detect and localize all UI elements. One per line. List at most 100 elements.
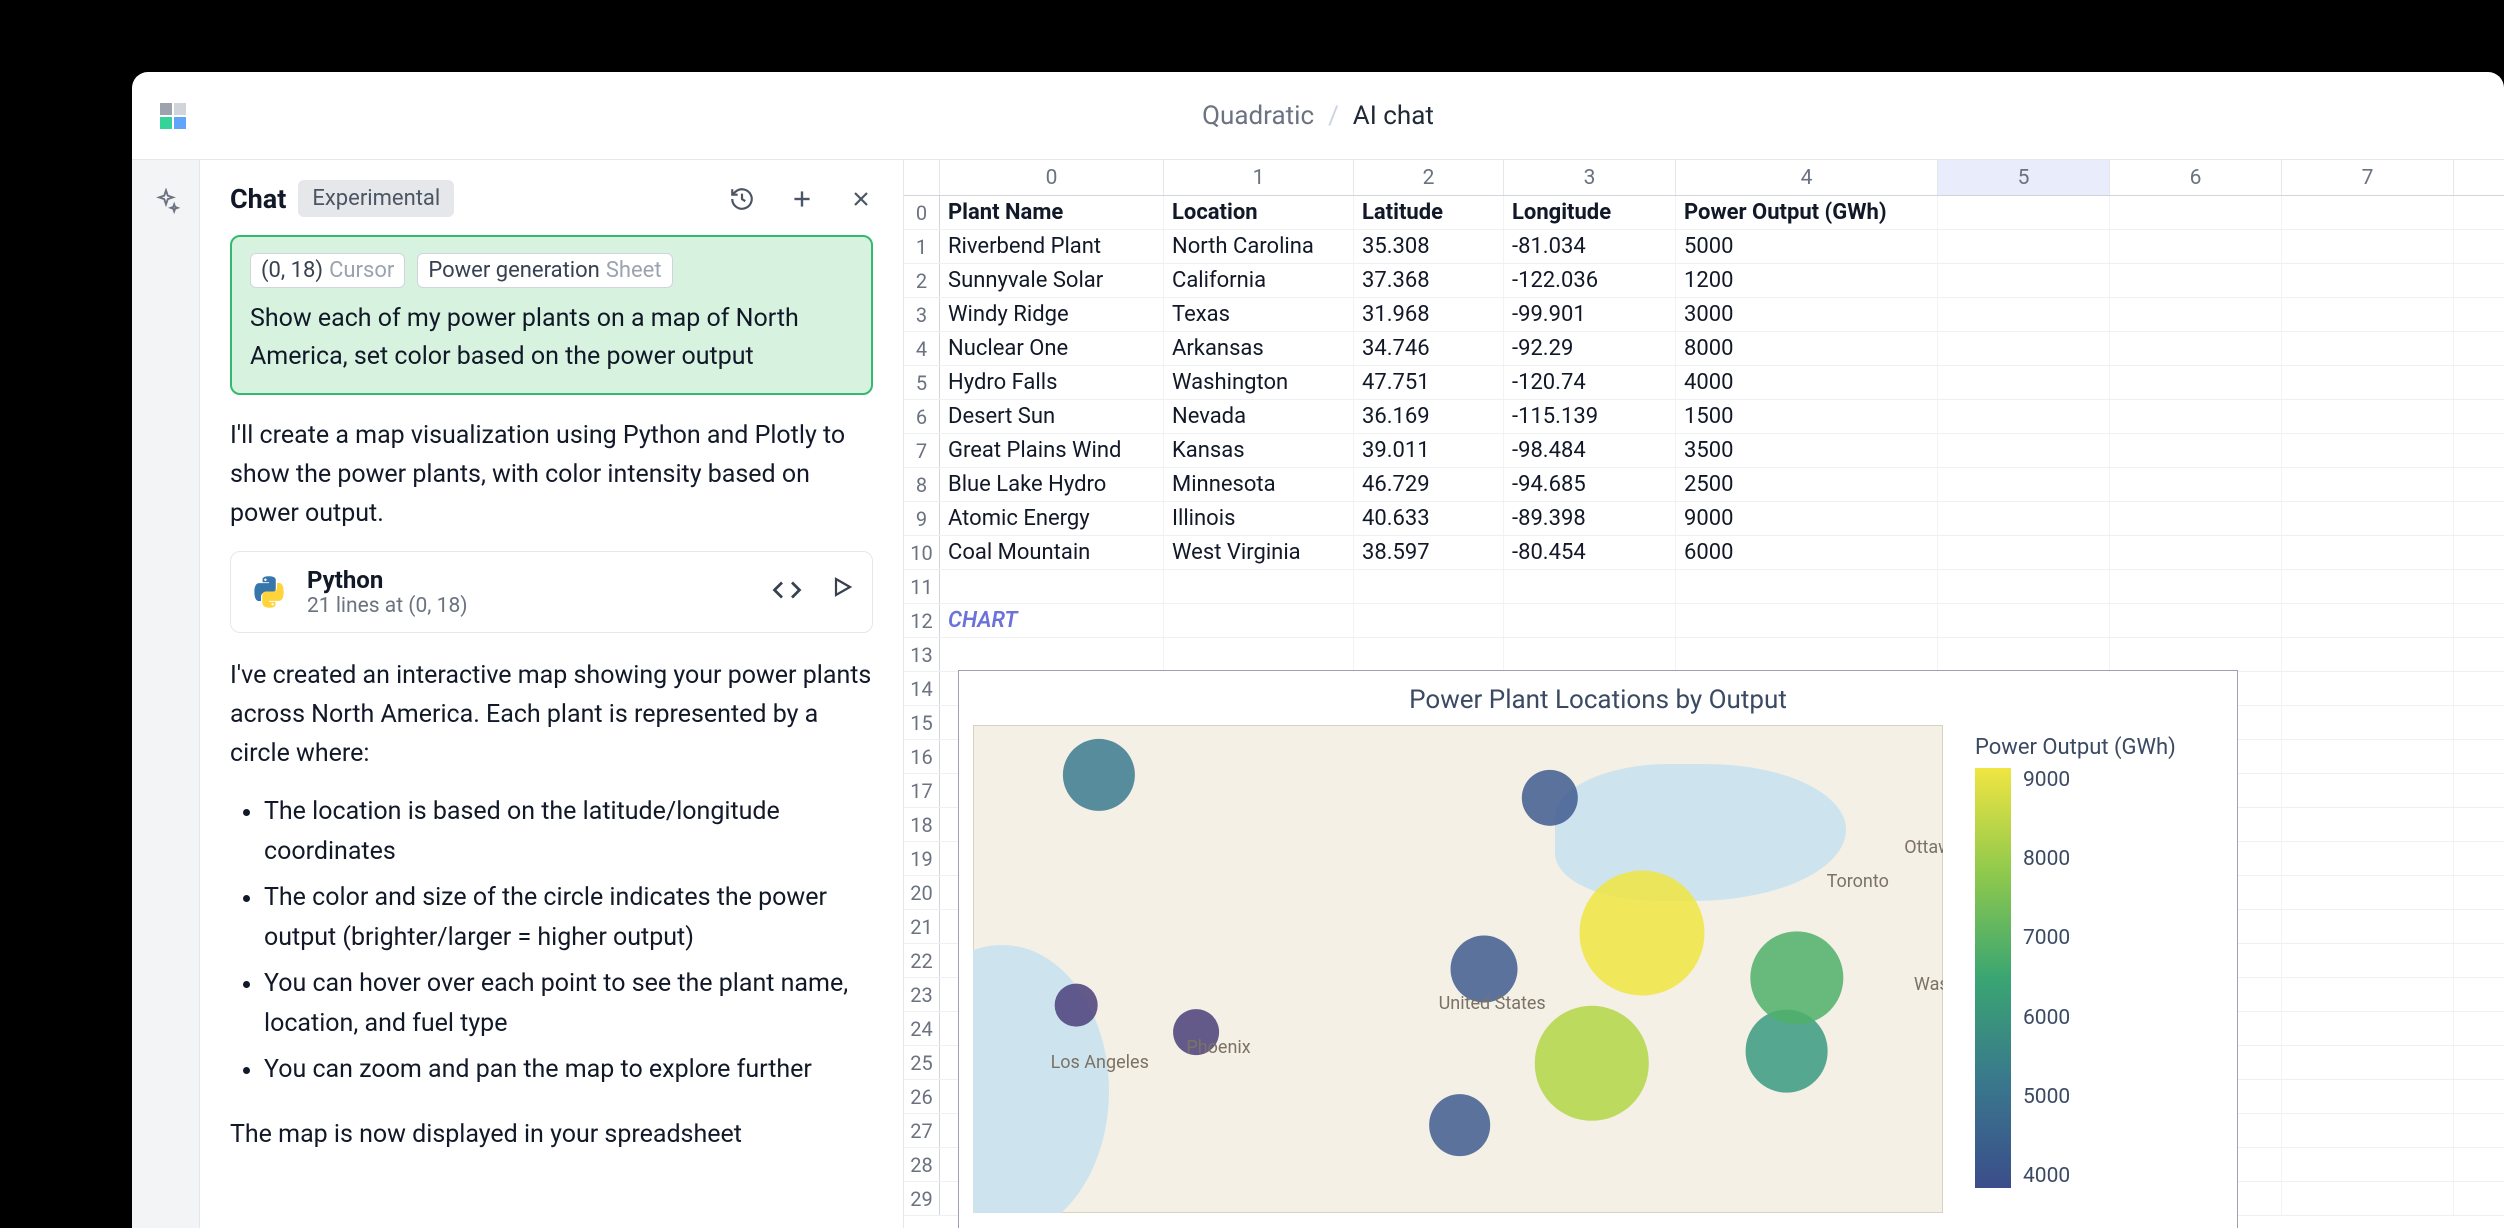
- cell[interactable]: Power Output (GWh): [1676, 196, 1938, 229]
- column-header[interactable]: 1: [1164, 160, 1354, 195]
- cell[interactable]: [2282, 808, 2454, 841]
- cell[interactable]: [1164, 604, 1354, 637]
- row-header[interactable]: 22: [904, 944, 940, 977]
- chart-overlay[interactable]: Power Plant Locations by Output United S…: [958, 670, 2238, 1228]
- cell[interactable]: [2110, 638, 2282, 671]
- cell[interactable]: [1938, 468, 2110, 501]
- row-header[interactable]: 8: [904, 468, 940, 501]
- cell[interactable]: Illinois: [1164, 502, 1354, 535]
- cell[interactable]: [2282, 876, 2454, 909]
- cell[interactable]: [1938, 196, 2110, 229]
- row-header[interactable]: 20: [904, 876, 940, 909]
- cell[interactable]: [2110, 366, 2282, 399]
- cell[interactable]: Longitude: [1504, 196, 1676, 229]
- cell[interactable]: [2282, 740, 2454, 773]
- column-header[interactable]: 6: [2110, 160, 2282, 195]
- close-chat-button[interactable]: [849, 187, 873, 211]
- cell[interactable]: [2282, 536, 2454, 569]
- cell[interactable]: -94.685: [1504, 468, 1676, 501]
- cell[interactable]: [2110, 502, 2282, 535]
- row-header[interactable]: 19: [904, 842, 940, 875]
- cell[interactable]: [2282, 1182, 2454, 1215]
- cell[interactable]: [2282, 944, 2454, 977]
- cell[interactable]: [2282, 400, 2454, 433]
- cell[interactable]: 6000: [1676, 536, 1938, 569]
- cell[interactable]: 36.169: [1354, 400, 1504, 433]
- row-header[interactable]: 14: [904, 672, 940, 705]
- row-header[interactable]: 16: [904, 740, 940, 773]
- cell[interactable]: 35.308: [1354, 230, 1504, 263]
- cell[interactable]: [1164, 638, 1354, 671]
- cell[interactable]: [1354, 604, 1504, 637]
- column-header[interactable]: 4: [1676, 160, 1938, 195]
- cell[interactable]: [2282, 842, 2454, 875]
- cell[interactable]: [2282, 468, 2454, 501]
- cell[interactable]: 9000: [1676, 502, 1938, 535]
- cell[interactable]: [2282, 230, 2454, 263]
- cell[interactable]: [2282, 196, 2454, 229]
- cell[interactable]: 5000: [1676, 230, 1938, 263]
- cell[interactable]: 1200: [1676, 264, 1938, 297]
- cell[interactable]: -98.484: [1504, 434, 1676, 467]
- sheet-chip[interactable]: Power generation Sheet: [417, 253, 672, 288]
- map-bubble[interactable]: [1429, 1094, 1491, 1156]
- cell[interactable]: Great Plains Wind: [940, 434, 1164, 467]
- map-bubble[interactable]: [1063, 739, 1135, 811]
- breadcrumb-app[interactable]: Quadratic: [1202, 101, 1314, 131]
- row-header[interactable]: 13: [904, 638, 940, 671]
- cell[interactable]: 2500: [1676, 468, 1938, 501]
- cell[interactable]: [2282, 298, 2454, 331]
- new-chat-button[interactable]: [789, 186, 815, 212]
- row-header[interactable]: 0: [904, 196, 940, 229]
- cell[interactable]: Desert Sun: [940, 400, 1164, 433]
- cell[interactable]: [2110, 400, 2282, 433]
- row-header[interactable]: 27: [904, 1114, 940, 1147]
- row-header[interactable]: 6: [904, 400, 940, 433]
- map-bubble[interactable]: [1173, 1009, 1219, 1055]
- cell[interactable]: [2110, 298, 2282, 331]
- cell[interactable]: California: [1164, 264, 1354, 297]
- row-header[interactable]: 18: [904, 808, 940, 841]
- row-header[interactable]: 24: [904, 1012, 940, 1045]
- cell[interactable]: [2110, 604, 2282, 637]
- row-header[interactable]: 15: [904, 706, 940, 739]
- cell[interactable]: [2282, 774, 2454, 807]
- cell[interactable]: [2282, 910, 2454, 943]
- cell[interactable]: Blue Lake Hydro: [940, 468, 1164, 501]
- row-header[interactable]: 25: [904, 1046, 940, 1079]
- row-header[interactable]: 7: [904, 434, 940, 467]
- row-header[interactable]: 26: [904, 1080, 940, 1113]
- cell[interactable]: [2110, 264, 2282, 297]
- cell[interactable]: [2282, 1114, 2454, 1147]
- row-header[interactable]: 21: [904, 910, 940, 943]
- cell[interactable]: Washington: [1164, 366, 1354, 399]
- cell[interactable]: [1354, 638, 1504, 671]
- cell[interactable]: 34.746: [1354, 332, 1504, 365]
- cell[interactable]: [1676, 638, 1938, 671]
- map-bubble[interactable]: [1534, 1006, 1648, 1120]
- cell[interactable]: 39.011: [1354, 434, 1504, 467]
- cell[interactable]: [1938, 400, 2110, 433]
- row-header[interactable]: 10: [904, 536, 940, 569]
- cell[interactable]: [2110, 332, 2282, 365]
- cell[interactable]: Atomic Energy: [940, 502, 1164, 535]
- ai-sparkle-button[interactable]: [142, 178, 190, 226]
- cell[interactable]: [2282, 672, 2454, 705]
- cell[interactable]: Plant Name: [940, 196, 1164, 229]
- cell[interactable]: Minnesota: [1164, 468, 1354, 501]
- cell[interactable]: [2282, 1046, 2454, 1079]
- cursor-chip[interactable]: (0, 18) Cursor: [250, 253, 405, 288]
- cell[interactable]: 38.597: [1354, 536, 1504, 569]
- cell[interactable]: 4000: [1676, 366, 1938, 399]
- cell[interactable]: West Virginia: [1164, 536, 1354, 569]
- cell[interactable]: [1676, 570, 1938, 603]
- cell[interactable]: [2110, 570, 2282, 603]
- row-header[interactable]: 12: [904, 604, 940, 637]
- cell[interactable]: 47.751: [1354, 366, 1504, 399]
- cell[interactable]: [1504, 570, 1676, 603]
- cell[interactable]: Windy Ridge: [940, 298, 1164, 331]
- column-header[interactable]: 5: [1938, 160, 2110, 195]
- cell[interactable]: Coal Mountain: [940, 536, 1164, 569]
- cell[interactable]: [2282, 706, 2454, 739]
- cell[interactable]: 8000: [1676, 332, 1938, 365]
